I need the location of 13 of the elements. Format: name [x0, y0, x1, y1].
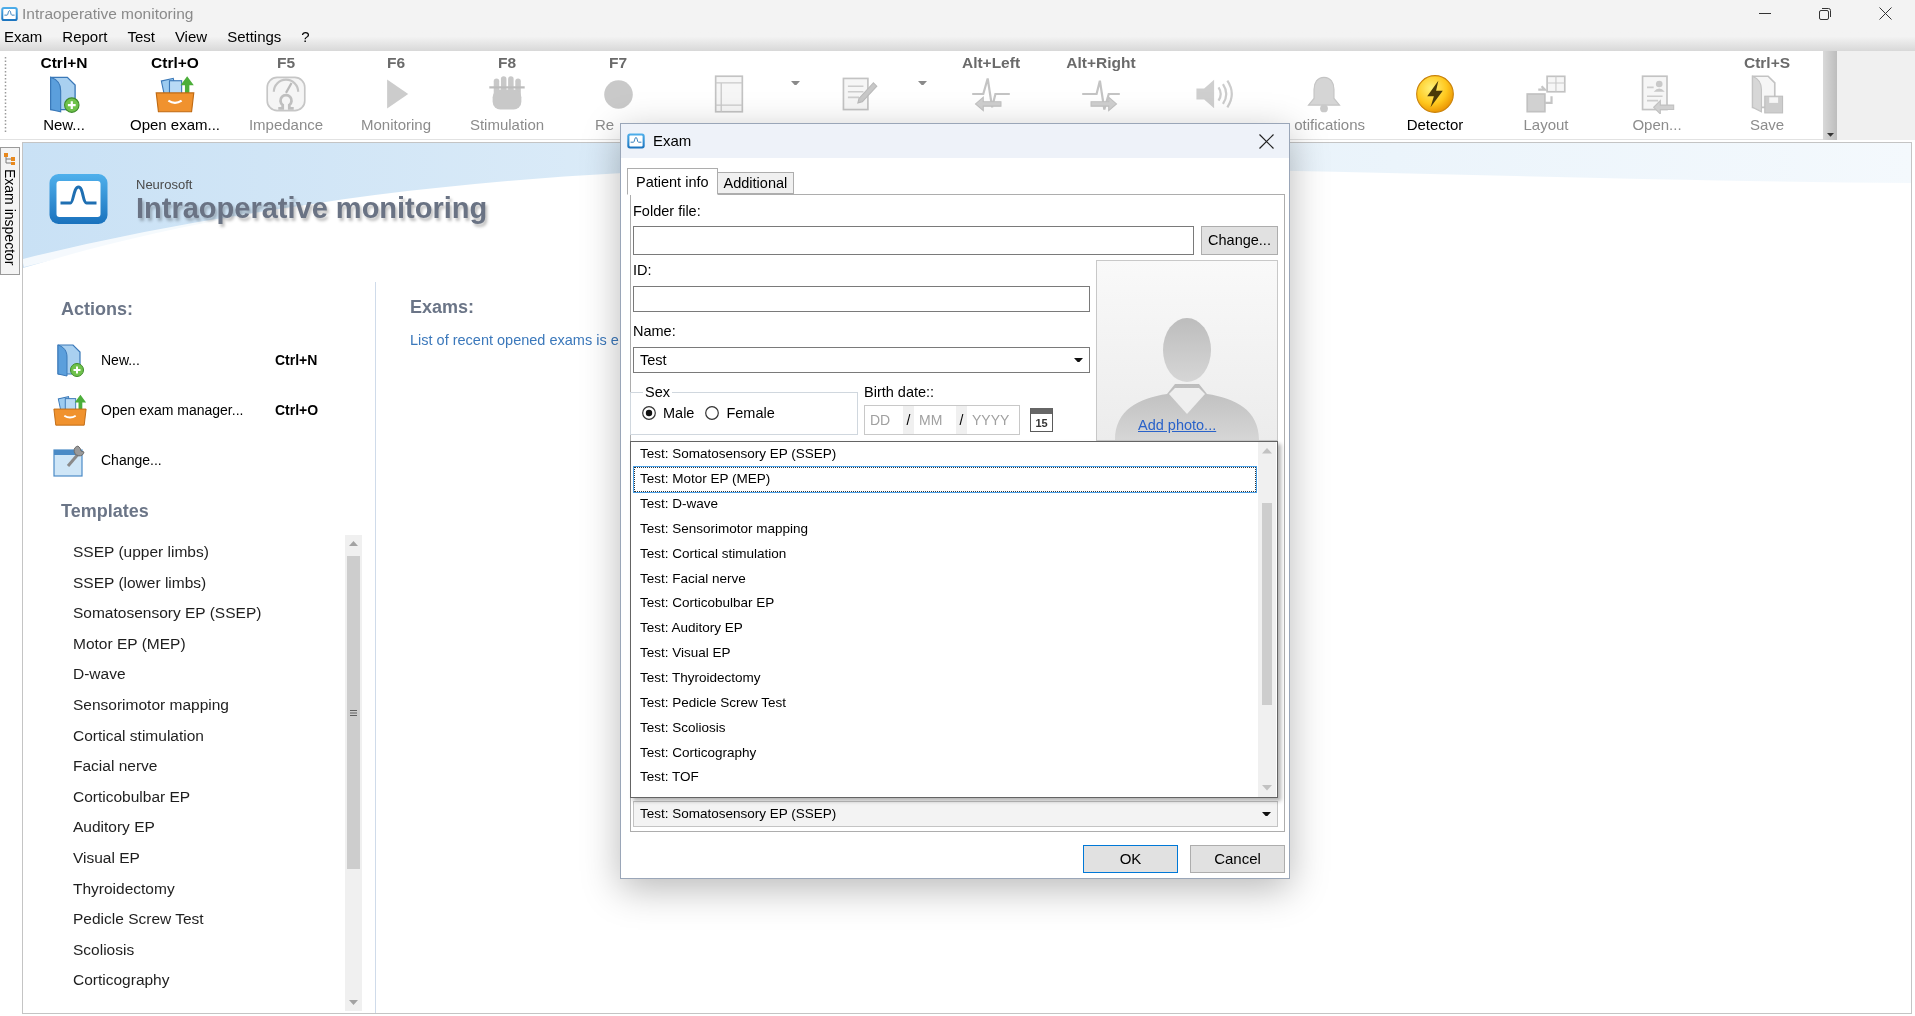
app-title: Intraoperative monitoring: [136, 192, 488, 224]
brand-name: Neurosoft: [136, 177, 193, 192]
section-heading: Actions:: [61, 298, 133, 321]
empty-list-message: List of recent opened exams is e: [410, 331, 619, 350]
section-heading: Exams:: [410, 296, 475, 319]
section-heading: Templates: [61, 500, 149, 523]
field-label: Birth date::: [864, 383, 935, 401]
field-label: Folder file:: [633, 202, 701, 220]
group-legend: Sex: [643, 383, 672, 401]
field-label: Name:: [633, 322, 676, 340]
field-label: ID:: [633, 261, 652, 279]
dialog-title: Exam: [653, 131, 692, 151]
window-title: Intraoperative monitoring: [22, 3, 194, 24]
